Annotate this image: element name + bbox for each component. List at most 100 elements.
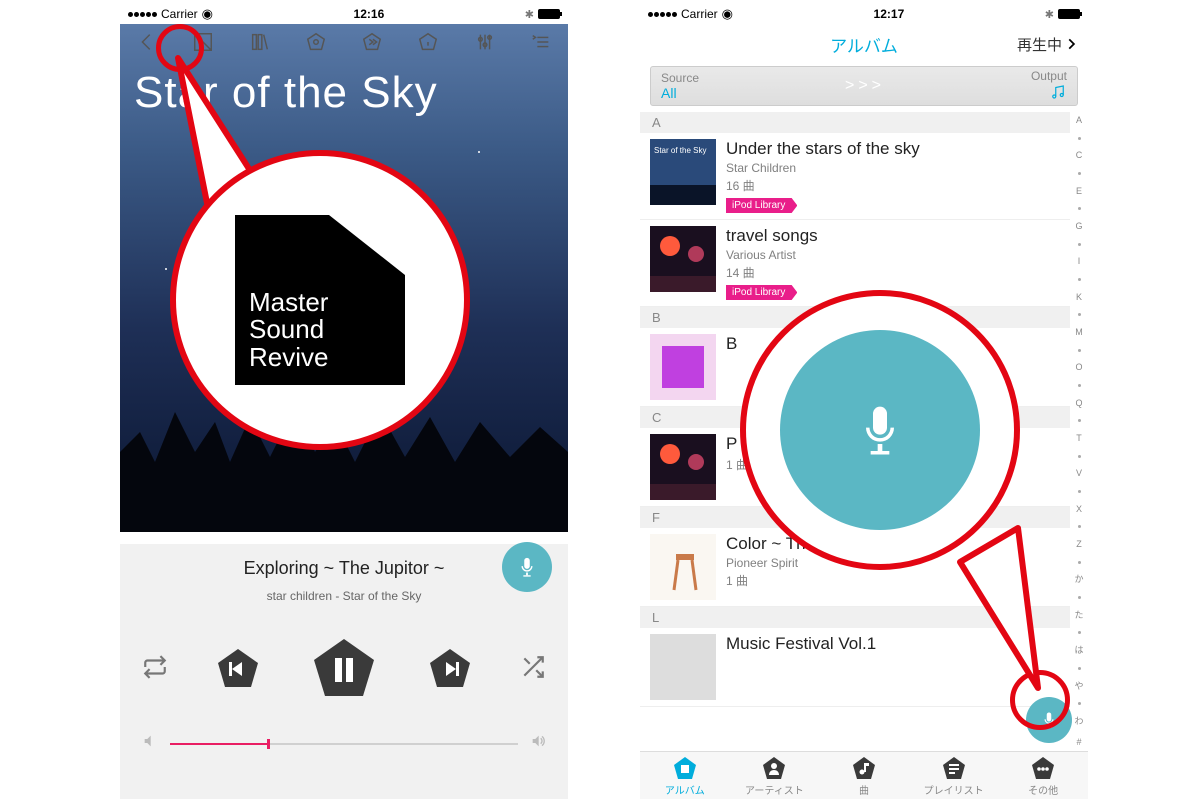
track-subtitle: star children - Star of the Sky: [136, 589, 552, 603]
tab-label: その他: [1028, 782, 1058, 797]
source-tag: iPod Library: [726, 285, 797, 300]
album-thumb: [650, 434, 716, 500]
album-thumb: [650, 534, 716, 600]
section-header: C: [640, 407, 1070, 428]
bluetooth-icon: ✱: [1045, 8, 1054, 21]
album-artist: Star Children: [726, 161, 1060, 175]
transport-controls: [136, 633, 552, 705]
track-count: 1 曲: [726, 572, 1060, 589]
voice-button[interactable]: [502, 542, 552, 592]
source-tag: iPod Library: [726, 198, 797, 213]
section-header: L: [640, 607, 1070, 628]
header-title: アルバム: [830, 32, 898, 57]
index-letter[interactable]: た: [1074, 611, 1083, 620]
index-letter[interactable]: や: [1074, 682, 1083, 691]
index-letter[interactable]: わ: [1074, 717, 1083, 726]
index-letter[interactable]: は: [1074, 646, 1083, 655]
tree-silhouette: [120, 392, 568, 532]
back-button[interactable]: [132, 27, 162, 57]
volume-low-icon: [142, 733, 158, 754]
section-header: F: [640, 507, 1070, 528]
album-title: travel songs: [726, 226, 1060, 246]
queue-icon[interactable]: [526, 27, 556, 57]
album-row[interactable]: P 1 曲: [640, 428, 1070, 507]
index-letter[interactable]: T: [1076, 434, 1082, 443]
index-letter[interactable]: O: [1075, 363, 1082, 372]
tab-4[interactable]: その他: [998, 752, 1088, 799]
index-letter[interactable]: E: [1076, 187, 1082, 196]
tab-3[interactable]: プレイリスト: [909, 752, 999, 799]
index-letter[interactable]: G: [1075, 222, 1082, 231]
tab-1[interactable]: アーティスト: [730, 752, 820, 799]
volume-slider[interactable]: [136, 733, 552, 754]
tab-0[interactable]: アルバム: [640, 752, 730, 799]
battery-icon: [1058, 9, 1080, 19]
track-count: 1 曲: [726, 456, 1060, 473]
skip-pentagon-icon[interactable]: [357, 27, 387, 57]
play-pause-button[interactable]: [308, 633, 380, 705]
album-title: Star of the Sky: [134, 68, 438, 118]
wifi-icon: ◉: [722, 6, 733, 22]
index-letter[interactable]: I: [1078, 257, 1081, 266]
clock: 12:16: [354, 7, 385, 21]
next-button[interactable]: [426, 645, 474, 693]
playback-panel: Exploring ~ The Jupitor ~ star children …: [120, 544, 568, 799]
tab-label: アーティスト: [745, 782, 804, 797]
index-letter[interactable]: A: [1076, 116, 1082, 125]
clock: 12:17: [874, 7, 905, 21]
wifi-icon: ◉: [202, 6, 213, 22]
nav-header: アルバム 再生中: [640, 24, 1088, 64]
track-count: 16 曲: [726, 177, 1060, 194]
index-letter[interactable]: V: [1076, 469, 1082, 478]
index-letter[interactable]: X: [1076, 505, 1082, 514]
tab-2[interactable]: 曲: [819, 752, 909, 799]
volume-high-icon: [530, 733, 546, 754]
status-bar: Carrier ◉ 12:17 ✱: [640, 4, 1088, 24]
player-toolbar: [120, 24, 568, 60]
msr-toggle-icon[interactable]: [188, 27, 218, 57]
album-list[interactable]: A Star of the Sky Under the stars of the s…: [640, 112, 1070, 751]
favorite-pentagon-icon[interactable]: [301, 27, 331, 57]
album-row[interactable]: Star of the Sky Under the stars of the sk…: [640, 133, 1070, 220]
output-note-icon: [1031, 83, 1067, 104]
repeat-button[interactable]: [142, 654, 168, 685]
section-header: B: [640, 307, 1070, 328]
carrier-label: Carrier: [161, 7, 198, 21]
album-artist: Pioneer Spirit: [726, 556, 1060, 570]
alpha-index[interactable]: A C E G I K M O Q T V X Z かたはやわ #: [1072, 112, 1086, 751]
album-title: Music Festival Vol.1: [726, 634, 1060, 654]
album-row[interactable]: Color ~ The Mars ~ Pioneer Spirit 1 曲: [640, 528, 1070, 607]
album-row[interactable]: travel songs Various Artist 14 曲 iPod Libra…: [640, 220, 1070, 307]
carrier-label: Carrier: [681, 7, 718, 21]
album-title: B: [726, 334, 1060, 354]
prev-button[interactable]: [214, 645, 262, 693]
index-letter[interactable]: #: [1076, 738, 1081, 747]
album-art[interactable]: Star of the Sky: [120, 24, 568, 532]
index-letter[interactable]: Q: [1075, 399, 1082, 408]
section-header: A: [640, 112, 1070, 133]
index-letter[interactable]: C: [1076, 151, 1083, 160]
index-letter[interactable]: Z: [1076, 540, 1082, 549]
index-letter[interactable]: か: [1074, 575, 1083, 584]
voice-button[interactable]: [1026, 697, 1072, 743]
album-title: P: [726, 434, 1060, 454]
tab-label: プレイリスト: [924, 782, 984, 797]
info-pentagon-icon[interactable]: [413, 27, 443, 57]
track-count: 14 曲: [726, 264, 1060, 281]
album-row[interactable]: Music Festival Vol.1: [640, 628, 1070, 707]
index-letter[interactable]: K: [1076, 293, 1082, 302]
now-playing-button[interactable]: 再生中: [1017, 34, 1078, 55]
source-output-bar[interactable]: SourceAll >>> Output: [650, 66, 1078, 106]
library-icon[interactable]: [245, 27, 275, 57]
index-letter[interactable]: M: [1075, 328, 1083, 337]
track-title: Exploring ~ The Jupitor ~: [136, 558, 552, 579]
equalizer-icon[interactable]: [470, 27, 500, 57]
album-title: Color ~ The Mars ~: [726, 534, 1060, 554]
album-title: Under the stars of the sky: [726, 139, 1060, 159]
shuffle-button[interactable]: [520, 654, 546, 685]
album-thumb: Star of the Sky: [650, 139, 716, 205]
album-artist: Various Artist: [726, 248, 1060, 262]
battery-icon: [538, 9, 560, 19]
album-row[interactable]: B: [640, 328, 1070, 407]
album-list-screen: Carrier ◉ 12:17 ✱ アルバム 再生中 SourceAll >>> …: [640, 4, 1088, 799]
